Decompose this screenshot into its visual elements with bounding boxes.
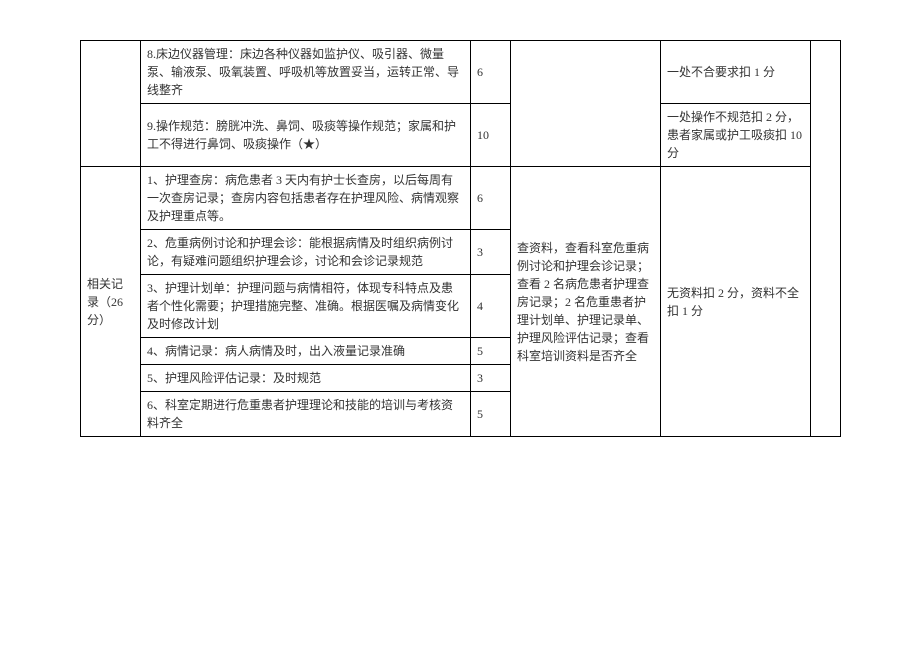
item-cell: 8.床边仪器管理：床边各种仪器如监护仪、吸引器、微量泵、输液泵、吸氧装置、呼吸机… [141, 41, 471, 104]
table-row: 9.操作规范：膀胱冲洗、鼻饲、吸痰等操作规范；家属和护工不得进行鼻饲、吸痰操作（… [81, 104, 841, 167]
item-cell: 9.操作规范：膀胱冲洗、鼻饲、吸痰等操作规范；家属和护工不得进行鼻饲、吸痰操作（… [141, 104, 471, 167]
deduct-cell: 无资料扣 2 分，资料不全扣 1 分 [661, 167, 811, 437]
item-cell: 3、护理计划单：护理问题与病情相符，体现专科特点及患者个性化需要；护理措施完整、… [141, 275, 471, 338]
score-cell: 10 [471, 104, 511, 167]
deduct-cell: 一处操作不规范扣 2 分，患者家属或护工吸痰扣 10 分 [661, 104, 811, 167]
score-cell: 5 [471, 392, 511, 437]
item-cell: 2、危重病例讨论和护理会诊：能根据病情及时组织病例讨论，有疑难问题组织护理会诊，… [141, 230, 471, 275]
score-cell: 4 [471, 275, 511, 338]
item-cell: 4、病情记录：病人病情及时，出入液量记录准确 [141, 338, 471, 365]
item-cell: 6、科室定期进行危重患者护理理论和技能的培训与考核资料齐全 [141, 392, 471, 437]
table-row: 相关记录（26 分） 1、护理查房：病危患者 3 天内有护士长查房，以后每周有一… [81, 167, 841, 230]
table-row: 8.床边仪器管理：床边各种仪器如监护仪、吸引器、微量泵、输液泵、吸氧装置、呼吸机… [81, 41, 841, 104]
score-cell: 3 [471, 230, 511, 275]
score-cell: 5 [471, 338, 511, 365]
method-cell: 查资料，查看科室危重病例讨论和护理会诊记录；查看 2 名病危患者护理查房记录；2… [511, 167, 661, 437]
blank-cell [811, 41, 841, 437]
item-cell: 5、护理风险评估记录：及时规范 [141, 365, 471, 392]
method-cell-blank [511, 41, 661, 167]
score-cell: 6 [471, 41, 511, 104]
category-cell: 相关记录（26 分） [81, 167, 141, 437]
deduct-cell: 一处不合要求扣 1 分 [661, 41, 811, 104]
score-cell: 3 [471, 365, 511, 392]
category-cell-blank [81, 41, 141, 167]
item-cell: 1、护理查房：病危患者 3 天内有护士长查房，以后每周有一次查房记录；查房内容包… [141, 167, 471, 230]
score-cell: 6 [471, 167, 511, 230]
evaluation-table: 8.床边仪器管理：床边各种仪器如监护仪、吸引器、微量泵、输液泵、吸氧装置、呼吸机… [80, 40, 841, 437]
